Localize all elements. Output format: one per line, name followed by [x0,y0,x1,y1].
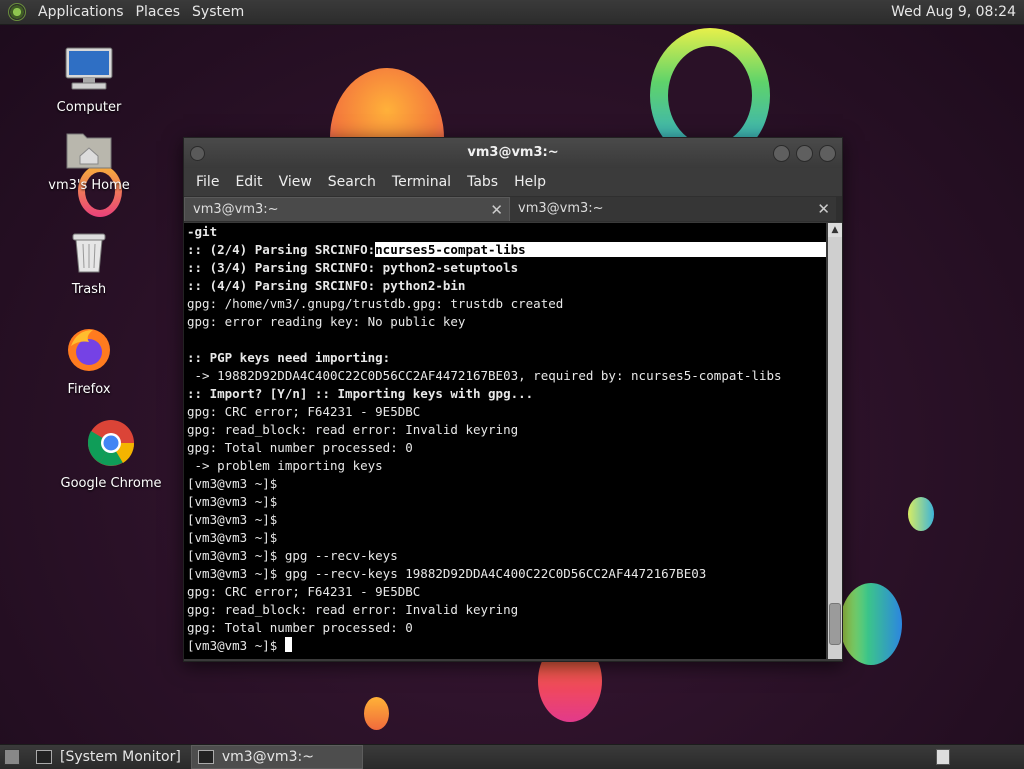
terminal-line: gpg: read_block: read error: Invalid key… [187,602,519,617]
terminal-line: gpg: Total number processed: 0 [187,620,413,635]
terminal-line: :: (3/4) Parsing SRCINFO: python2-setupt… [187,260,519,275]
close-tab-icon[interactable]: ✕ [817,197,830,221]
tab-label: vm3@vm3:~ [193,202,279,217]
menu-view[interactable]: View [271,168,320,196]
tab-bar: vm3@vm3:~ ✕ vm3@vm3:~ ✕ [184,196,842,222]
applications-menu[interactable]: Applications [32,0,130,24]
terminal-cursor [284,637,292,652]
show-desktop-icon[interactable] [4,749,20,765]
desktop-icon-label: Trash [71,282,107,297]
selected-text: ncurses5-compat-libs [375,242,826,257]
window-menu-icon[interactable] [190,146,205,161]
terminal-line: :: (4/4) Parsing SRCINFO: python2-bin [187,278,466,293]
terminal-line: [vm3@vm3 ~]$ [187,512,278,527]
menu-edit[interactable]: Edit [227,168,270,196]
terminal-prompt-line[interactable]: [vm3@vm3 ~]$ [184,637,826,655]
close-icon[interactable] [819,145,836,162]
home-folder-icon [34,128,144,174]
terminal-line: :: Import? [Y/n] :: Importing keys with … [187,386,534,401]
computer-icon [34,46,144,96]
chrome-icon [56,418,166,472]
system-monitor-icon [36,750,52,764]
terminal-line: -git [187,224,218,239]
firefox-icon [34,326,144,378]
desktop-icon-home[interactable]: vm3's Home [34,128,144,193]
prompt-text: [vm3@vm3 ~]$ [187,638,285,653]
terminal-line: gpg: Total number processed: 0 [187,440,413,455]
terminal-line: -> 19882D92DDA4C400C22C0D56CC2AF4472167B… [187,368,782,383]
terminal-text: :: (2/4) Parsing SRCINFO: [187,242,376,257]
wallpaper-shape [908,497,934,531]
terminal-line: :: PGP keys need importing: [187,350,391,365]
terminal-line: [vm3@vm3 ~]$ [187,530,278,545]
terminal-line: gpg: read_block: read error: Invalid key… [187,422,519,437]
desktop-icon-trash[interactable]: Trash [34,230,144,297]
menu-help[interactable]: Help [506,168,554,196]
clock[interactable]: Wed Aug 9, 08:24 [891,4,1024,20]
window-title: vm3@vm3:~ [467,145,559,160]
terminal-line: -> problem importing keys [187,458,383,473]
trash-icon [34,230,144,278]
task-label: vm3@vm3:~ [221,749,314,765]
desktop-icon-label: Google Chrome [60,476,162,491]
window-titlebar[interactable]: vm3@vm3:~ [184,138,842,168]
desktop-icon-label: Firefox [67,382,111,397]
task-label: [System Monitor] [60,749,181,765]
desktop-icon-computer[interactable]: Computer [34,46,144,115]
terminal-icon [197,750,214,764]
terminal-line: gpg: error reading key: No public key [187,314,466,329]
desktop-icon-label: Computer [56,100,122,115]
tab-1[interactable]: vm3@vm3:~ ✕ [184,197,510,221]
close-tab-icon[interactable]: ✕ [490,198,503,222]
terminal-output[interactable]: -git:: (2/4) Parsing SRCINFO:ncurses5-co… [184,223,826,659]
bottom-panel: [System Monitor] vm3@vm3:~ [0,744,1024,769]
terminal-line: [vm3@vm3 ~]$ [187,494,278,509]
maximize-icon[interactable] [796,145,813,162]
terminal-line: gpg: CRC error; F64231 - 9E5DBC [187,584,421,599]
workspace-switcher[interactable] [936,749,950,765]
terminal-line: :: (2/4) Parsing SRCINFO:ncurses5-compat… [184,241,826,259]
terminal-line: [vm3@vm3 ~]$ gpg --recv-keys [187,548,398,563]
menu-terminal[interactable]: Terminal [384,168,459,196]
menubar: File Edit View Search Terminal Tabs Help [184,168,842,196]
scroll-up-icon[interactable]: ▲ [828,223,842,237]
minimize-icon[interactable] [773,145,790,162]
terminal-line: [vm3@vm3 ~]$ gpg --recv-keys 19882D92DDA… [187,566,707,581]
tab-label: vm3@vm3:~ [518,201,604,216]
system-menu[interactable]: System [186,0,250,24]
taskbar-terminal[interactable]: vm3@vm3:~ [190,745,363,769]
terminal-line: gpg: CRC error; F64231 - 9E5DBC [187,404,421,419]
terminal-line: gpg: /home/vm3/.gnupg/trustdb.gpg: trust… [187,296,564,311]
top-panel: Applications Places System Wed Aug 9, 08… [0,0,1024,25]
terminal-line: [vm3@vm3 ~]$ [187,476,278,491]
desktop-icon-label: vm3's Home [48,178,130,193]
wallpaper-shape [840,583,902,665]
terminal-scrollbar[interactable]: ▲ [828,223,842,659]
menu-tabs[interactable]: Tabs [459,168,506,196]
wallpaper-shape [364,697,389,730]
desktop-icon-chrome[interactable]: Google Chrome [56,418,166,491]
terminal-window: vm3@vm3:~ File Edit View Search Terminal… [183,137,843,662]
scrollbar-thumb[interactable] [829,603,841,645]
taskbar-system-monitor[interactable]: [System Monitor] [30,746,187,768]
distro-logo-icon[interactable] [8,3,26,21]
tab-2[interactable]: vm3@vm3:~ ✕ [510,197,836,221]
menu-search[interactable]: Search [320,168,384,196]
desktop-icon-firefox[interactable]: Firefox [34,326,144,397]
places-menu[interactable]: Places [130,0,187,24]
menu-file[interactable]: File [188,168,227,196]
